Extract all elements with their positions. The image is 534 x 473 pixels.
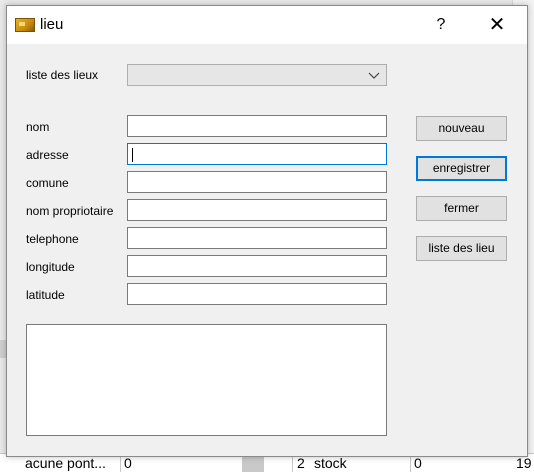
owner-name-label: nom propriotaire	[26, 204, 114, 218]
background-table-cell: 2	[297, 455, 305, 471]
places-list-label: liste des lieux	[26, 68, 99, 82]
lieu-dialog: lieu ? ✕ liste des lieux nom adresse com…	[6, 5, 528, 457]
background-table-cell: stock	[314, 455, 347, 471]
help-button[interactable]: ?	[418, 6, 464, 44]
comune-field[interactable]	[127, 171, 387, 193]
new-button[interactable]: nouveau	[416, 116, 507, 141]
telephone-field[interactable]	[127, 227, 387, 249]
adresse-label: adresse	[26, 148, 69, 162]
background-block	[242, 456, 264, 472]
close-form-button[interactable]: fermer	[416, 196, 507, 221]
background-cell-divider	[120, 455, 121, 472]
background-table-cell: 0	[124, 455, 132, 471]
nom-field[interactable]	[127, 115, 387, 137]
notes-textarea[interactable]	[26, 324, 387, 436]
background-cell-divider	[292, 455, 293, 472]
longitude-label: longitude	[26, 260, 75, 274]
chevron-down-icon	[368, 72, 380, 79]
owner-name-field[interactable]	[127, 199, 387, 221]
background-cell-divider	[410, 455, 411, 472]
places-list-button[interactable]: liste des lieu	[416, 236, 507, 261]
adresse-field[interactable]	[127, 143, 387, 165]
app-icon	[15, 18, 35, 32]
places-combobox[interactable]	[127, 64, 387, 86]
save-button[interactable]: enregistrer	[416, 156, 507, 181]
nom-label: nom	[26, 120, 50, 134]
background-table-cell: 19	[516, 455, 532, 471]
text-caret	[132, 148, 133, 162]
latitude-field[interactable]	[127, 283, 387, 305]
background-table-cell: acune pont...	[25, 455, 106, 471]
title-bar[interactable]: lieu ? ✕	[7, 6, 527, 44]
comune-label: comune	[26, 176, 69, 190]
telephone-label: telephone	[26, 232, 79, 246]
longitude-field[interactable]	[127, 255, 387, 277]
dialog-title: lieu	[40, 16, 64, 33]
latitude-label: latitude	[26, 288, 65, 302]
background-table-cell: 0	[414, 455, 422, 471]
close-icon[interactable]: ✕	[474, 6, 520, 44]
